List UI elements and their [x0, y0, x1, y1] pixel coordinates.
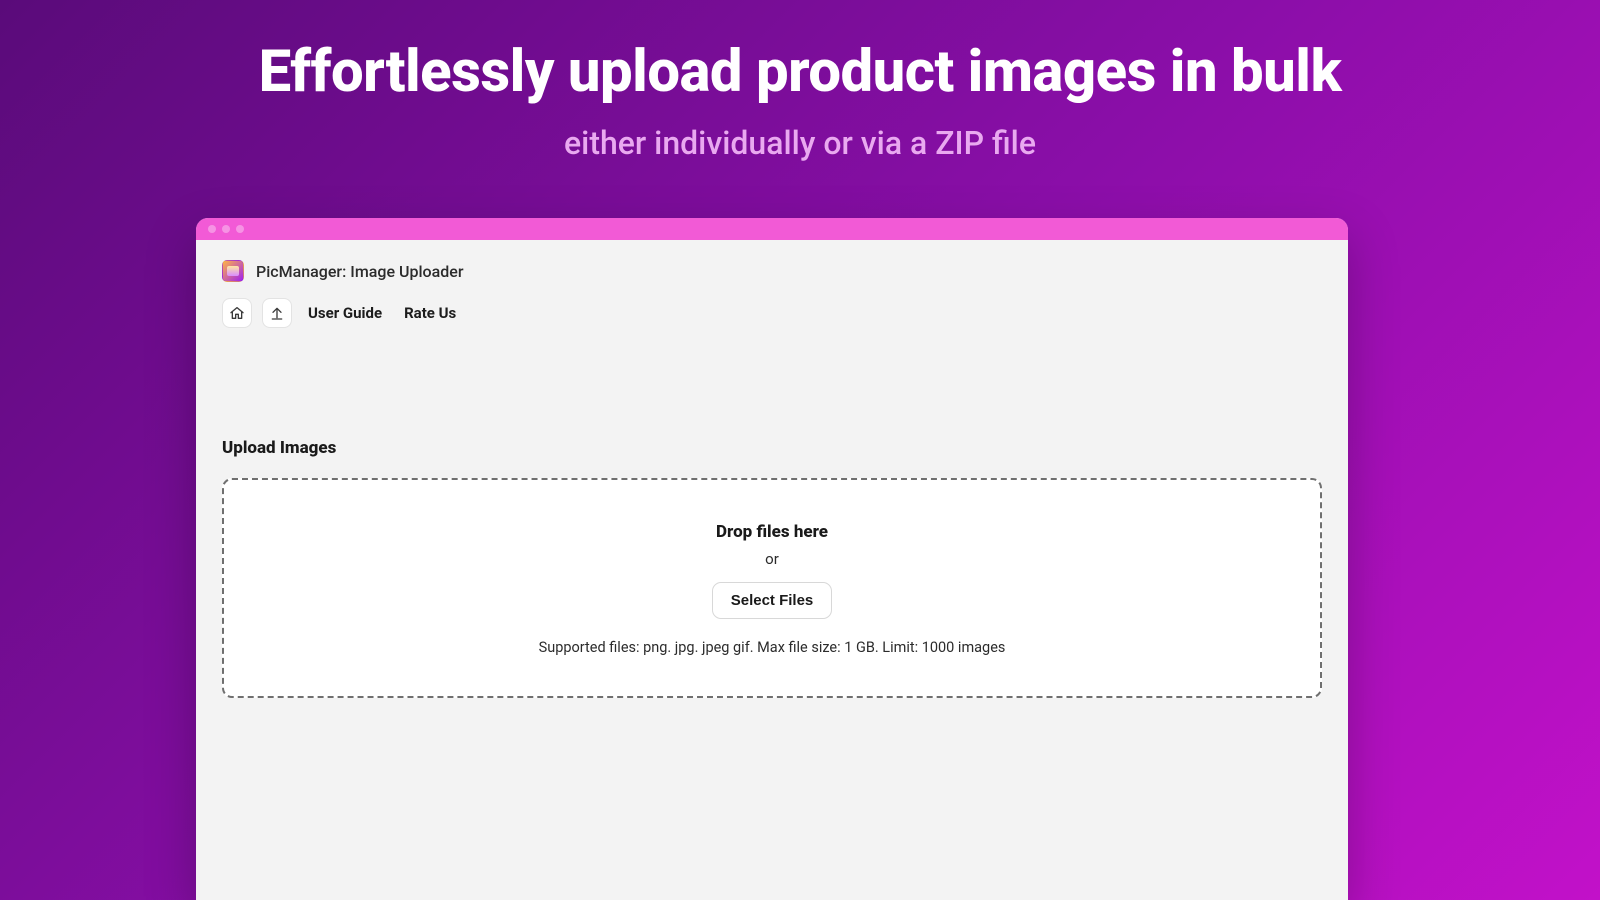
app-title: PicManager: Image Uploader	[256, 262, 463, 281]
traffic-light-zoom[interactable]	[236, 225, 244, 233]
home-button[interactable]	[222, 298, 252, 328]
home-icon	[229, 305, 245, 321]
dropzone-title: Drop files here	[244, 522, 1300, 542]
toolbar: User Guide Rate Us	[196, 294, 1348, 328]
dropzone-hint: Supported files: png. jpg. jpeg gif. Max…	[244, 639, 1300, 656]
upload-icon	[269, 305, 285, 321]
traffic-light-close[interactable]	[208, 225, 216, 233]
user-guide-link[interactable]: User Guide	[302, 300, 388, 326]
upload-section-title: Upload Images	[222, 438, 1322, 458]
file-dropzone[interactable]: Drop files here or Select Files Supporte…	[222, 478, 1322, 698]
app-header: PicManager: Image Uploader	[196, 240, 1348, 294]
select-files-button[interactable]: Select Files	[712, 582, 833, 619]
hero-banner: Effortlessly upload product images in bu…	[0, 0, 1600, 162]
hero-subtitle: either individually or via a ZIP file	[0, 124, 1600, 162]
window-titlebar	[196, 218, 1348, 240]
hero-title: Effortlessly upload product images in bu…	[0, 38, 1600, 106]
traffic-light-minimize[interactable]	[222, 225, 230, 233]
rate-us-link[interactable]: Rate Us	[398, 300, 462, 326]
app-logo-icon	[222, 260, 244, 282]
app-window: PicManager: Image Uploader User Guide Ra…	[196, 218, 1348, 900]
upload-button[interactable]	[262, 298, 292, 328]
upload-section: Upload Images Drop files here or Select …	[196, 328, 1348, 698]
dropzone-or-label: or	[244, 550, 1300, 568]
